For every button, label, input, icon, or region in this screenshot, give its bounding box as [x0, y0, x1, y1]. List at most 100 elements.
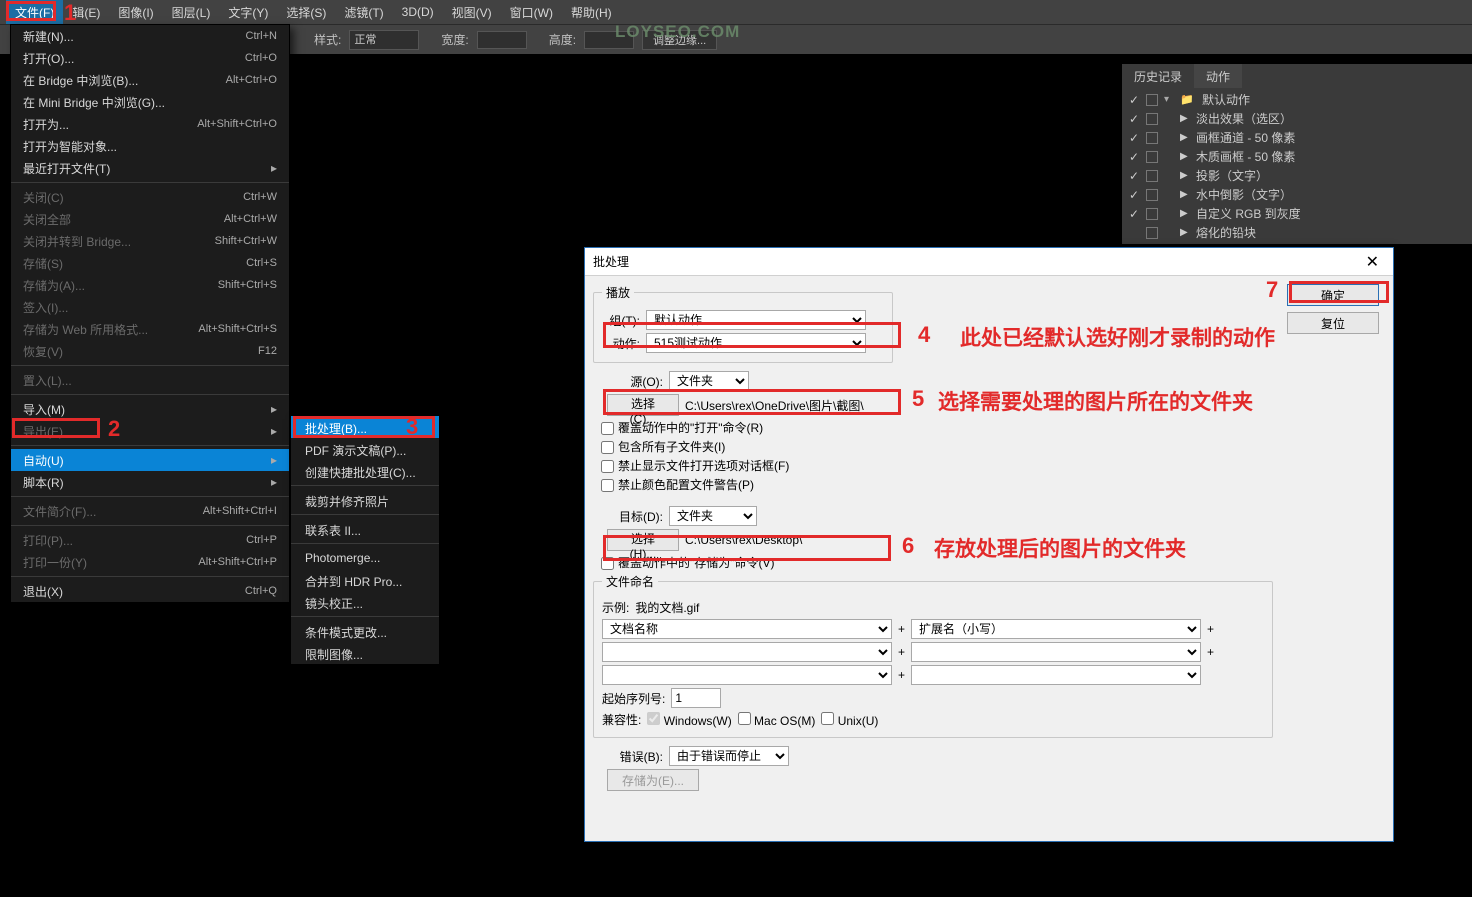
file-menu-item[interactable]: 在 Mini Bridge 中浏览(G)...	[11, 91, 289, 113]
play-legend: 播放	[602, 284, 634, 301]
tab-actions[interactable]: 动作	[1194, 64, 1242, 88]
action-name: 默认动作	[1202, 91, 1466, 108]
menu-filter[interactable]: 滤镜(T)	[335, 0, 392, 25]
naming-part-4[interactable]	[911, 642, 1201, 662]
auto-menu-item[interactable]: PDF 演示文稿(P)...	[291, 438, 439, 460]
file-menu-item[interactable]: 打开为...Alt+Shift+Ctrl+O	[11, 113, 289, 135]
menu-select[interactable]: 选择(S)	[277, 0, 335, 25]
target-select[interactable]: 文件夹	[669, 506, 757, 526]
folder-icon: 📁	[1180, 93, 1196, 106]
file-menu-item: 存储(S)Ctrl+S	[11, 252, 289, 274]
menu-help[interactable]: 帮助(H)	[562, 0, 621, 25]
seq-input[interactable]	[671, 688, 721, 708]
file-menu-item: 文件简介(F)...Alt+Shift+Ctrl+I	[11, 500, 289, 522]
naming-fieldset: 文件命名 示例: 我的文档.gif 文档名称 + 扩展名（小写） + + + +	[593, 573, 1273, 738]
dialog-toggle[interactable]	[1146, 170, 1158, 182]
suppress-open-options-checkbox[interactable]: 禁止显示文件打开选项对话框(F)	[601, 457, 1385, 474]
seq-label: 起始序列号:	[602, 690, 665, 707]
action-row[interactable]: ▶熔化的铅块	[1122, 223, 1472, 242]
check-icon[interactable]: ✓	[1128, 93, 1140, 107]
menu-edit[interactable]: 辑(E)	[63, 0, 109, 25]
target-choose-button[interactable]: 选择(H)...	[607, 529, 679, 551]
file-menu-item: 打印(P)...Ctrl+P	[11, 529, 289, 551]
auto-menu-item[interactable]: 合并到 HDR Pro...	[291, 569, 439, 591]
file-menu-item[interactable]: 新建(N)...Ctrl+N	[11, 25, 289, 47]
compat-unix-checkbox[interactable]: Unix(U)	[821, 712, 878, 728]
naming-part-2[interactable]: 扩展名（小写）	[911, 619, 1201, 639]
width-label: 宽度:	[441, 31, 468, 48]
action-row[interactable]: ✓▶投影（文字）	[1122, 166, 1472, 185]
check-icon[interactable]: ✓	[1128, 207, 1140, 221]
disclosure-icon[interactable]: ▾	[1164, 94, 1174, 105]
menubar: 文件(F) 辑(E) 图像(I) 图层(L) 文字(Y) 选择(S) 滤镜(T)…	[0, 0, 1472, 24]
error-select[interactable]: 由于错误而停止	[669, 746, 789, 766]
tab-history[interactable]: 历史记录	[1122, 64, 1194, 88]
auto-menu-item[interactable]: 裁剪并修齐照片	[291, 489, 439, 511]
source-select[interactable]: 文件夹	[669, 371, 749, 391]
action-row[interactable]: ✓▶自定义 RGB 到灰度	[1122, 204, 1472, 223]
check-icon[interactable]: ✓	[1128, 112, 1140, 126]
file-menu-item[interactable]: 最近打开文件(T)	[11, 157, 289, 179]
action-row[interactable]: ✓▶木质画框 - 50 像素	[1122, 147, 1472, 166]
auto-menu-item[interactable]: Photomerge...	[291, 547, 439, 569]
override-open-checkbox[interactable]: 覆盖动作中的"打开"命令(R)	[601, 419, 1385, 436]
arrow-icon: ▶	[1180, 132, 1190, 143]
action-row[interactable]: ✓▶画框通道 - 50 像素	[1122, 128, 1472, 147]
action-select[interactable]: 515测试动作	[646, 333, 866, 353]
suppress-color-profile-checkbox[interactable]: 禁止颜色配置文件警告(P)	[601, 476, 1385, 493]
dialog-toggle[interactable]	[1146, 151, 1158, 163]
dialog-toggle[interactable]	[1146, 227, 1158, 239]
menu-3d[interactable]: 3D(D)	[393, 1, 443, 23]
compat-macos-checkbox[interactable]: Mac OS(M)	[738, 712, 816, 728]
file-menu-item[interactable]: 打开为智能对象...	[11, 135, 289, 157]
menu-image[interactable]: 图像(I)	[109, 0, 162, 25]
menu-view[interactable]: 视图(V)	[443, 0, 501, 25]
set-select[interactable]: 默认动作	[646, 310, 866, 330]
file-menu-item[interactable]: 自动(U)	[11, 449, 289, 471]
target-path: C:\Users\rex\Desktop\	[685, 533, 802, 547]
menu-file[interactable]: 文件(F)	[6, 0, 63, 25]
source-choose-button[interactable]: 选择(C)...	[607, 394, 679, 416]
auto-menu-item[interactable]: 限制图像...	[291, 642, 439, 664]
menu-type[interactable]: 文字(Y)	[219, 0, 277, 25]
file-menu-item[interactable]: 退出(X)Ctrl+Q	[11, 580, 289, 602]
check-icon[interactable]: ✓	[1128, 188, 1140, 202]
dialog-toggle[interactable]	[1146, 189, 1158, 201]
menu-window[interactable]: 窗口(W)	[501, 0, 562, 25]
check-icon[interactable]: ✓	[1128, 131, 1140, 145]
naming-part-5[interactable]	[602, 665, 892, 685]
auto-menu-item[interactable]: 条件模式更改...	[291, 620, 439, 642]
action-name: 淡出效果（选区）	[1196, 110, 1466, 127]
check-icon[interactable]: ✓	[1128, 169, 1140, 183]
naming-part-1[interactable]: 文档名称	[602, 619, 892, 639]
naming-part-3[interactable]	[602, 642, 892, 662]
reset-button[interactable]: 复位	[1287, 312, 1379, 334]
style-select[interactable]: 正常	[349, 30, 419, 50]
action-row[interactable]: ✓ ▾ 📁 默认动作	[1122, 90, 1472, 109]
naming-part-6[interactable]	[911, 665, 1201, 685]
file-menu-item[interactable]: 导入(M)	[11, 398, 289, 420]
file-menu-item: 打印一份(Y)Alt+Shift+Ctrl+P	[11, 551, 289, 573]
file-menu-item[interactable]: 打开(O)...Ctrl+O	[11, 47, 289, 69]
action-row[interactable]: ✓▶淡出效果（选区）	[1122, 109, 1472, 128]
action-row[interactable]: ✓▶水中倒影（文字）	[1122, 185, 1472, 204]
dialog-toggle[interactable]	[1146, 94, 1158, 106]
override-saveas-checkbox[interactable]: 覆盖动作中的"存储为"命令(V)	[601, 554, 1385, 571]
check-icon[interactable]: ✓	[1128, 150, 1140, 164]
auto-menu-item[interactable]: 创建快捷批处理(C)...	[291, 460, 439, 482]
file-menu-item[interactable]: 脚本(R)	[11, 471, 289, 493]
close-icon[interactable]: ✕	[1360, 250, 1385, 274]
file-menu-item[interactable]: 在 Bridge 中浏览(B)...Alt+Ctrl+O	[11, 69, 289, 91]
auto-menu-item[interactable]: 联系表 II...	[291, 518, 439, 540]
dialog-toggle[interactable]	[1146, 132, 1158, 144]
include-subfolders-checkbox[interactable]: 包含所有子文件夹(I)	[601, 438, 1385, 455]
watermark: LOYSEO.COM	[615, 22, 740, 42]
ok-button[interactable]: 确定	[1287, 284, 1379, 306]
dialog-toggle[interactable]	[1146, 208, 1158, 220]
dialog-toggle[interactable]	[1146, 113, 1158, 125]
auto-menu-item[interactable]: 批处理(B)...	[291, 416, 439, 438]
width-input[interactable]	[477, 31, 527, 49]
compat-label: 兼容性:	[602, 711, 641, 728]
menu-layer[interactable]: 图层(L)	[163, 0, 220, 25]
auto-menu-item[interactable]: 镜头校正...	[291, 591, 439, 613]
